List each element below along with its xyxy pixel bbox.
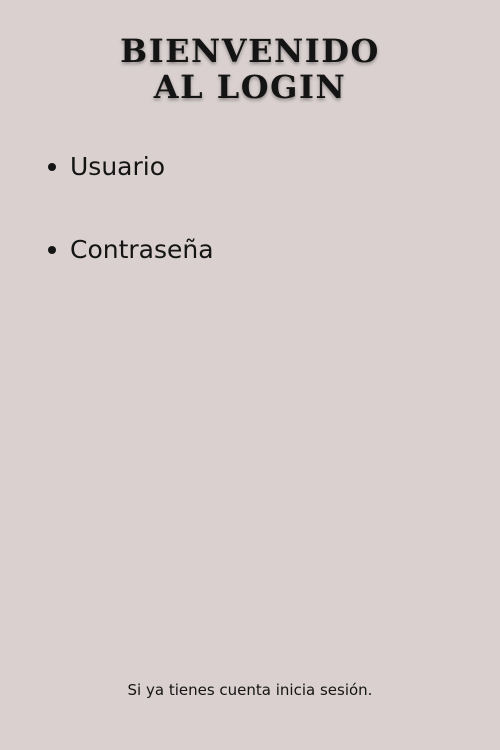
bullet-icon (48, 246, 56, 254)
page-title: BIENVENIDO AL LOGIN (0, 33, 500, 105)
sign-in-link[interactable]: Si ya tienes cuenta inicia sesión. (0, 680, 500, 700)
password-field-label: Contraseña (70, 235, 214, 264)
page-title-line-2: AL LOGIN (153, 68, 347, 106)
password-field[interactable]: Contraseña (40, 231, 214, 269)
login-field-list: Usuario Contraseña (40, 148, 214, 269)
page-title-line-1: BIENVENIDO (120, 32, 380, 70)
bullet-icon (48, 163, 56, 171)
username-field-label: Usuario (70, 152, 166, 181)
username-field[interactable]: Usuario (40, 148, 214, 186)
login-page: { "header": { "title_line1": "BIENVENIDO… (0, 0, 500, 750)
